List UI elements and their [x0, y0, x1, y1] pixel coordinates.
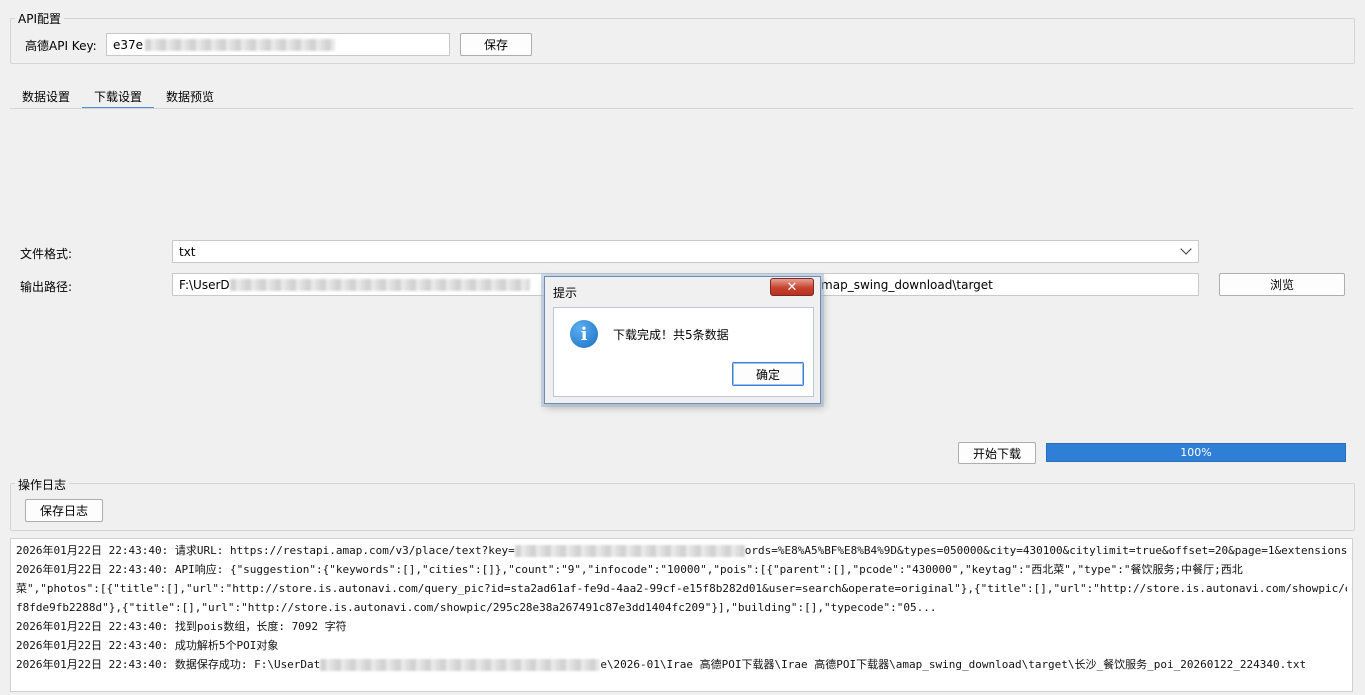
save-log-button[interactable]: 保存日志 [25, 499, 103, 522]
chevron-down-icon [1180, 243, 1192, 255]
tab-divider [10, 108, 1353, 109]
output-path-label: 输出路径: [20, 280, 73, 294]
api-key-value: e37e [113, 37, 144, 52]
output-path-prefix: F:\UserD [179, 277, 230, 292]
download-progress-text: 100% [1180, 446, 1212, 459]
api-key-label: 高德API Key: [25, 39, 97, 53]
close-icon: ✕ [786, 279, 798, 295]
dialog-body: i 下载完成！共5条数据 确定 [553, 307, 814, 397]
log-line: 2026年01月22日 22:43:40: 成功解析5个POI对象 [16, 639, 279, 652]
tab-data-settings-label: 数据设置 [22, 89, 71, 104]
save-api-key-button[interactable]: 保存 [460, 33, 532, 56]
log-redacted [320, 659, 601, 671]
file-format-label: 文件格式: [20, 247, 73, 261]
log-line: 菜","photos":[{"title":[],"url":"http://s… [16, 582, 1347, 595]
output-path-redacted [229, 278, 530, 291]
dialog-ok-button[interactable]: 确定 [732, 362, 804, 386]
start-download-button[interactable]: 开始下载 [958, 442, 1036, 464]
tab-download-settings-label: 下载设置 [94, 89, 143, 104]
log-group [10, 483, 1355, 531]
file-format-value: txt [179, 244, 196, 259]
message-dialog: 提示 ✕ i 下载完成！共5条数据 确定 [544, 276, 821, 404]
tab-download-settings[interactable]: 下载设置 [82, 85, 155, 109]
download-progress-bar: 100% [1046, 443, 1346, 462]
output-path-suffix: \amap_swing_download\target [809, 277, 993, 292]
api-key-redacted [145, 38, 336, 51]
log-redacted [514, 545, 745, 557]
log-line: 2026年01月22日 22:43:40: API响应: {"suggestio… [16, 563, 1243, 576]
log-line: 2026年01月22日 22:43:40: 数据保存成功: F:\UserDat… [16, 658, 1307, 671]
tab-data-preview[interactable]: 数据预览 [166, 85, 214, 107]
api-config-title: API配置 [15, 10, 64, 27]
log-textarea[interactable]: 2026年01月22日 22:43:40: 请求URL: https://res… [10, 538, 1353, 692]
info-icon: i [570, 320, 598, 348]
log-group-title: 操作日志 [15, 476, 70, 493]
dialog-close-button[interactable]: ✕ [770, 278, 814, 296]
api-key-input[interactable]: e37e [106, 33, 450, 56]
log-line: 2026年01月22日 22:43:40: 请求URL: https://res… [16, 544, 1347, 557]
browse-button[interactable]: 浏览 [1219, 273, 1345, 296]
file-format-select[interactable]: txt [172, 240, 1199, 263]
tab-data-preview-label: 数据预览 [166, 89, 215, 104]
tab-data-settings[interactable]: 数据设置 [22, 85, 70, 107]
log-line: 2026年01月22日 22:43:40: 找到pois数组，长度: 7092 … [16, 620, 347, 633]
log-line: f8fde9fb2288d"},{"title":[],"url":"http:… [16, 601, 937, 614]
dialog-title: 提示 [553, 286, 578, 300]
dialog-message: 下载完成！共5条数据 [613, 328, 729, 342]
